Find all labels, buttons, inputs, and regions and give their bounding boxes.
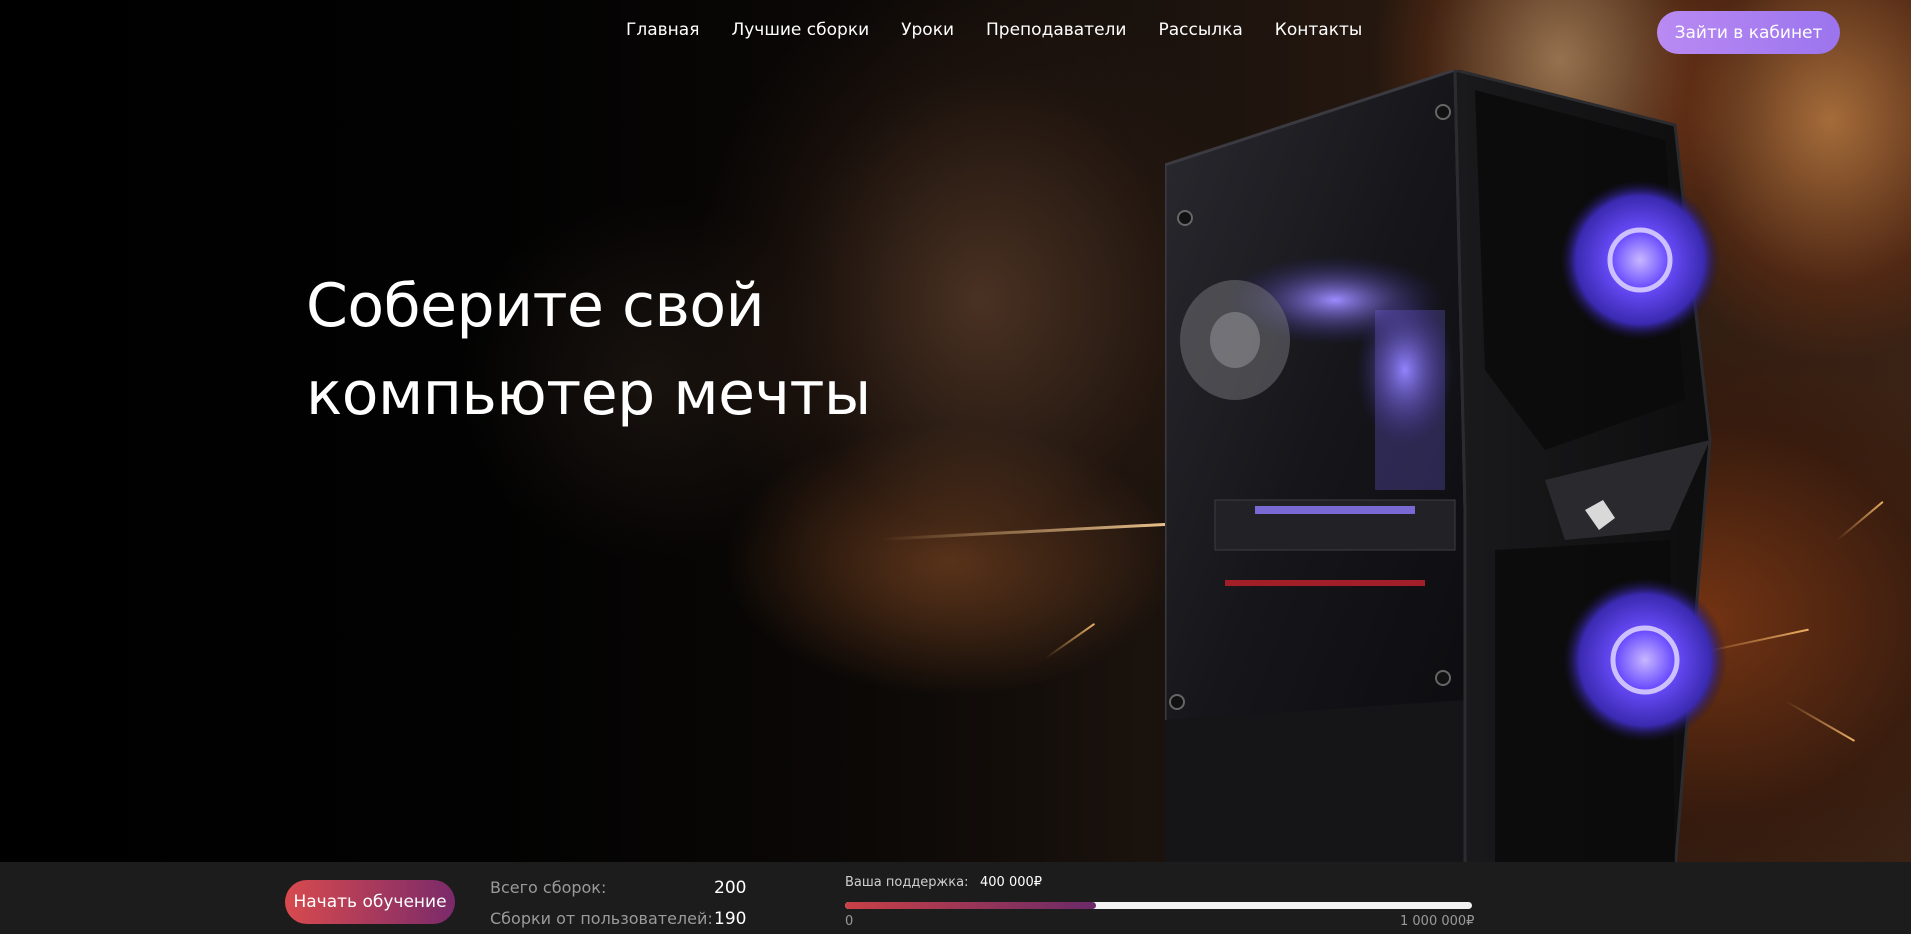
support-scale-max: 1 000 000₽ [1400,914,1475,929]
total-builds-value: 200 [714,878,747,898]
nav-item-lessons[interactable]: Уроки [901,18,954,42]
spark-decoration [1784,700,1856,742]
nav-item-contacts[interactable]: Контакты [1275,18,1363,42]
nav-item-best-builds[interactable]: Лучшие сборки [731,18,869,42]
title-line-1: Соберите свой [306,271,765,341]
page-title: Соберите свой компьютер мечты [306,262,1006,438]
support-scale-min: 0 [845,914,854,929]
nav-item-home[interactable]: Главная [626,18,699,42]
title-line-2: компьютер мечты [306,359,871,429]
pc-case-image [1163,67,1795,862]
nav-item-newsletter[interactable]: Рассылка [1158,18,1242,42]
support-progress-bar [845,902,1472,909]
support-value: 400 000₽ [980,875,1043,890]
main-nav: Главная Лучшие сборки Уроки Преподавател… [626,18,1362,42]
spark-decoration [1836,500,1884,542]
start-learning-button[interactable]: Начать обучение [285,880,455,924]
user-builds-label: Сборки от пользователей: [490,909,713,928]
nav-item-teachers[interactable]: Преподаватели [986,18,1126,42]
login-button[interactable]: Зайти в кабинет [1657,11,1840,54]
spark-decoration [880,522,1180,541]
total-builds-label: Всего сборок: [490,878,607,897]
stats-bar: Начать обучение Всего сборок: 200 Сборки… [0,862,1911,934]
support-label: Ваша поддержка: [845,875,969,890]
spark-decoration [1044,622,1096,660]
user-builds-value: 190 [714,909,747,929]
support-progress-fill [845,902,1096,909]
